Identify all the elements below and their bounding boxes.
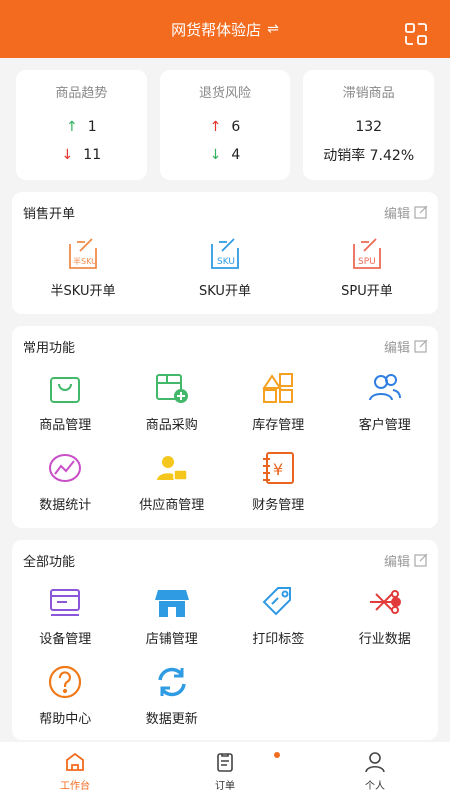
half-sku-order-button[interactable]: 半SKU 半SKU开单 (12, 226, 154, 306)
inventory-management-button[interactable]: 库存管理 (225, 360, 332, 440)
chart-icon (49, 454, 82, 482)
network-data-icon (369, 590, 401, 614)
section-title: 全部功能 (23, 554, 76, 570)
storefront-icon (154, 590, 189, 617)
sales-section: 销售开单 编辑 半SKU 半SKU开单 SKU SKU开单 SPU SPU开单 (12, 192, 438, 314)
product-management-button[interactable]: 商品管理 (12, 360, 119, 440)
sell-through-rate: 动销率 7.42% (323, 147, 415, 164)
refresh-icon (158, 667, 186, 697)
return-risk-card[interactable]: 退货风险 ↑ 6 ↓ 4 (159, 70, 291, 180)
edit-button[interactable]: 编辑 (384, 203, 428, 222)
help-center-button[interactable]: 帮助中心 (12, 654, 119, 734)
store-switcher[interactable]: 网货帮体验店 ⇌ (171, 19, 279, 40)
sku-order-button[interactable]: SKU SKU开单 (154, 226, 296, 306)
customer-management-button[interactable]: 客户管理 (332, 360, 439, 440)
industry-data-button[interactable]: 行业数据 (332, 574, 439, 654)
order-clipboard-icon (217, 752, 233, 772)
scan-icon[interactable] (404, 22, 428, 46)
return-up: ↑ 6 (209, 118, 241, 135)
shopping-bag-icon (50, 377, 81, 403)
arrow-up-icon: ↑ (66, 118, 78, 135)
notification-dot (274, 752, 280, 758)
stat-title: 退货风险 (199, 85, 252, 101)
svg-text:SPU: SPU (358, 257, 376, 267)
person-icon (365, 751, 385, 772)
sku-icon: SKU (211, 238, 239, 269)
product-purchase-button[interactable]: 商品采购 (119, 360, 226, 440)
edit-icon (414, 205, 428, 219)
section-title: 销售开单 (23, 206, 76, 222)
supplier-icon (156, 456, 188, 481)
purchase-box-icon (155, 374, 188, 403)
tag-icon (262, 587, 292, 616)
switch-icon: ⇌ (267, 21, 279, 37)
tab-profile[interactable]: 个人 (300, 742, 450, 800)
data-statistics-button[interactable]: 数据统计 (12, 440, 119, 520)
home-icon (66, 752, 84, 771)
half-sku-icon: 半SKU (69, 238, 97, 269)
stat-title: 商品趋势 (55, 85, 108, 101)
data-update-button[interactable]: 数据更新 (119, 654, 226, 734)
supplier-management-button[interactable]: 供应商管理 (119, 440, 226, 520)
store-name: 网货帮体验店 (171, 20, 262, 39)
stat-title: 滞销商品 (342, 85, 395, 101)
bottom-tab-bar: 工作台 订单 个人 (0, 742, 450, 800)
edit-icon (414, 553, 428, 567)
inventory-grid-icon (262, 373, 294, 403)
svg-text:SKU: SKU (217, 257, 235, 267)
device-management-button[interactable]: 设备管理 (12, 574, 119, 654)
trend-down: ↓ 11 (61, 146, 102, 163)
slow-count: 132 (355, 118, 383, 135)
svg-text:¥: ¥ (273, 460, 283, 479)
edit-button[interactable]: 编辑 (384, 551, 428, 570)
stats-row: 商品趋势 ↑ 1 ↓ 11 退货风险 ↑ 6 ↓ 4 滞销商品 132 动销率 7.42… (0, 58, 450, 180)
spu-icon: SPU (353, 238, 381, 269)
help-icon (49, 665, 82, 699)
print-label-button[interactable]: 打印标签 (225, 574, 332, 654)
return-down: ↓ 4 (209, 146, 241, 163)
arrow-down-icon: ↓ (209, 146, 222, 163)
tab-orders[interactable]: 订单 (150, 742, 300, 800)
edit-button[interactable]: 编辑 (384, 337, 428, 356)
arrow-up-icon: ↑ (209, 118, 222, 135)
trend-up: ↑ 1 (66, 118, 97, 135)
section-title: 常用功能 (23, 340, 76, 356)
app-header: 网货帮体验店 ⇌ (0, 0, 450, 58)
common-functions-section: 常用功能 编辑 商品管理 商品采购 库存管理 客户管理 数据统计 供应商管理 ¥… (12, 326, 438, 528)
all-functions-section: 全部功能 编辑 设备管理 店铺管理 打印标签 行业数据 帮助中心 数据更新 (12, 540, 438, 740)
finance-book-icon: ¥ (263, 452, 295, 484)
users-icon (368, 374, 401, 401)
arrow-down-icon: ↓ (61, 146, 74, 163)
device-card-icon (50, 589, 81, 616)
svg-text:半SKU: 半SKU (73, 256, 97, 266)
slow-moving-card[interactable]: 滞销商品 132 动销率 7.42% (303, 70, 435, 180)
finance-management-button[interactable]: ¥ 财务管理 (225, 440, 332, 520)
store-management-button[interactable]: 店铺管理 (119, 574, 226, 654)
tab-workbench[interactable]: 工作台 (0, 742, 150, 800)
product-trend-card[interactable]: 商品趋势 ↑ 1 ↓ 11 (16, 70, 147, 180)
edit-icon (414, 339, 428, 353)
spu-order-button[interactable]: SPU SPU开单 (296, 226, 438, 306)
